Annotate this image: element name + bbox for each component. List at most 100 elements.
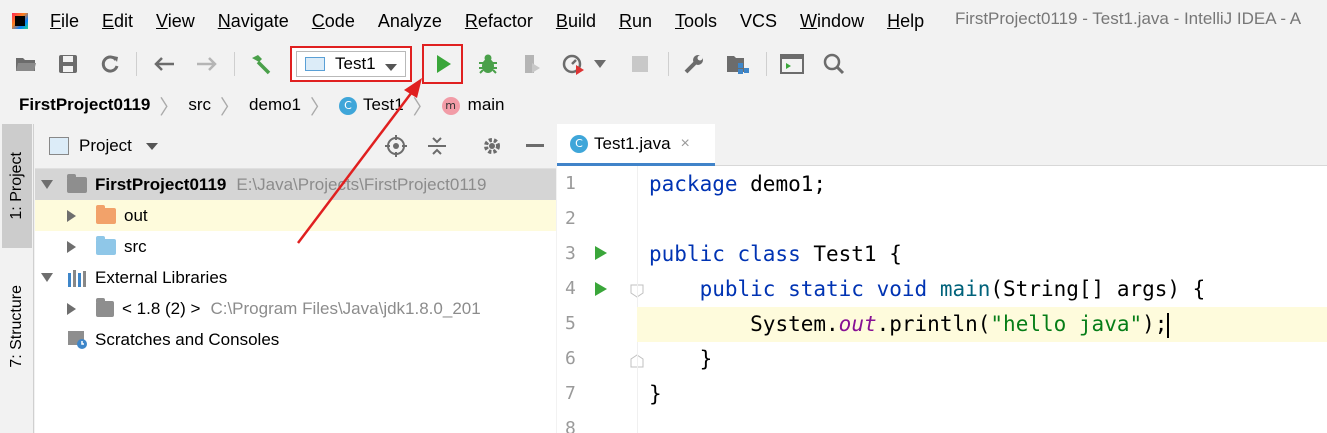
run-class-gutter-icon[interactable] [595,246,607,260]
line-number: 7 [565,383,576,404]
tree-item-out[interactable]: out [35,200,556,231]
open-folder-icon[interactable] [12,50,40,78]
menu-run[interactable]: Run [619,11,652,32]
tool-window-structure-label: 7: Structure [8,284,25,368]
save-icon[interactable] [54,50,82,78]
run-configuration-selector[interactable]: Test1 [290,46,412,82]
menu-code[interactable]: Code [312,11,355,32]
forward-arrow-icon[interactable] [193,50,221,78]
menu-tools[interactable]: Tools [675,11,717,32]
chevron-right-icon: 〉 [159,96,180,119]
chevron-right-icon: 〉 [220,96,241,119]
line-number: 2 [565,208,576,229]
editor-tab-label: Test1.java [594,133,671,153]
source-folder-icon [96,235,116,255]
breadcrumb-class-label: Test1 [363,95,404,114]
locate-target-icon[interactable] [383,133,409,159]
profiler-icon[interactable] [560,50,588,78]
library-icon [68,269,86,287]
class-icon: C [339,96,358,115]
expand-right-icon[interactable] [67,240,76,253]
intellij-logo-icon [12,13,28,29]
scratches-icon [68,330,87,349]
menu-analyze[interactable]: Analyze [378,11,442,32]
run-config-icon [305,57,325,71]
breadcrumb-package[interactable]: demo1 [249,95,301,115]
expand-right-icon[interactable] [67,209,76,222]
window-title: FirstProject0119 - Test1.java - IntelliJ… [955,9,1302,28]
close-icon[interactable]: × [681,135,690,153]
text-caret [1167,312,1170,338]
menu-navigate[interactable]: Navigate [218,11,289,32]
menu-vcs[interactable]: VCS [740,11,777,32]
sync-icon[interactable] [96,50,124,78]
code-area[interactable]: package demo1; public class Test1 { publ… [637,166,1327,433]
jdk-name-label: < 1.8 (2) > [122,298,201,318]
tree-item-scratches[interactable]: Scratches and Consoles [35,324,556,355]
code-line-4: public static void main(String[] args) { [699,277,1206,301]
editor-tab-test1[interactable]: C Test1.java × [557,124,715,166]
tool-window-structure[interactable]: 7: Structure [2,262,32,390]
run-main-gutter-icon[interactable] [595,282,607,296]
menu-refactor[interactable]: Refactor [465,11,533,32]
run-with-coverage-icon[interactable] [518,50,546,78]
menu-bar: File Edit View Navigate Code Analyze Ref… [0,0,1327,42]
tool-window-stripe: 1: Project 7: Structure [0,124,34,433]
terminal-window-icon[interactable] [778,50,806,78]
line-number: 3 [565,243,576,264]
back-arrow-icon[interactable] [150,50,178,78]
collapse-all-icon[interactable] [424,133,450,159]
menu-help[interactable]: Help [887,11,924,32]
menu-view[interactable]: View [156,11,195,32]
expand-down-icon[interactable] [41,180,53,189]
editor-gutter: 1 2 3 4 5 6 7 8 [557,166,644,433]
project-structure-icon[interactable] [724,50,752,78]
chevron-right-icon: 〉 [412,96,433,119]
menu-file[interactable]: File [50,11,79,32]
profiler-dropdown-icon[interactable] [590,50,610,78]
gear-icon[interactable] [479,133,505,159]
debug-bug-icon[interactable] [474,50,502,78]
hide-panel-icon[interactable] [522,133,548,159]
editor-tab-bar: C Test1.java × [557,124,1327,166]
tool-window-project-label: 1: Project [8,152,25,220]
project-tool-window: Project FirstProject0119 E:\Java\Project… [35,124,556,433]
tree-item-external-libraries[interactable]: External Libraries [35,262,556,293]
project-panel-header: Project [35,124,556,169]
code-line-1: package demo1; [649,172,827,196]
code-line-7: } [649,382,662,406]
chevron-down-icon [385,64,397,71]
code-line-6: } [649,347,713,371]
run-button[interactable] [422,44,463,84]
chevron-down-icon[interactable] [145,142,158,150]
stop-icon[interactable] [626,50,654,78]
tree-item-out-label: out [124,205,148,225]
tree-item-project-root[interactable]: FirstProject0119 E:\Java\Projects\FirstP… [35,169,556,200]
code-line-5-current: System.out.println("hello java"); [637,307,1327,342]
jdk-folder-icon [96,297,114,317]
build-hammer-icon[interactable] [246,50,274,78]
menu-build[interactable]: Build [556,11,596,32]
project-view-label[interactable]: Project [79,136,132,156]
tool-window-project[interactable]: 1: Project [2,124,32,248]
search-icon[interactable] [820,50,848,78]
external-libraries-label: External Libraries [95,267,228,287]
tree-item-jdk[interactable]: < 1.8 (2) > C:\Program Files\Java\jdk1.8… [35,293,556,324]
breadcrumb-method[interactable]: m main [441,95,505,115]
expand-right-icon[interactable] [67,302,76,315]
settings-wrench-icon[interactable] [680,50,708,78]
breadcrumb-project[interactable]: FirstProject0119 [19,95,150,115]
scratches-label: Scratches and Consoles [95,329,280,349]
line-number: 1 [565,173,576,194]
breadcrumb-src[interactable]: src [188,95,211,115]
code-line-3: public class Test1 { [649,242,902,266]
expand-down-icon[interactable] [41,273,53,282]
run-config-label: Test1 [335,54,376,73]
jdk-path-label: C:\Program Files\Java\jdk1.8.0_201 [210,298,481,318]
breadcrumb-class[interactable]: C Test1 [339,95,404,115]
line-number: 6 [565,348,576,369]
line-number: 5 [565,313,576,334]
menu-window[interactable]: Window [800,11,864,32]
menu-edit[interactable]: Edit [102,11,133,32]
tree-item-src[interactable]: src [35,231,556,262]
